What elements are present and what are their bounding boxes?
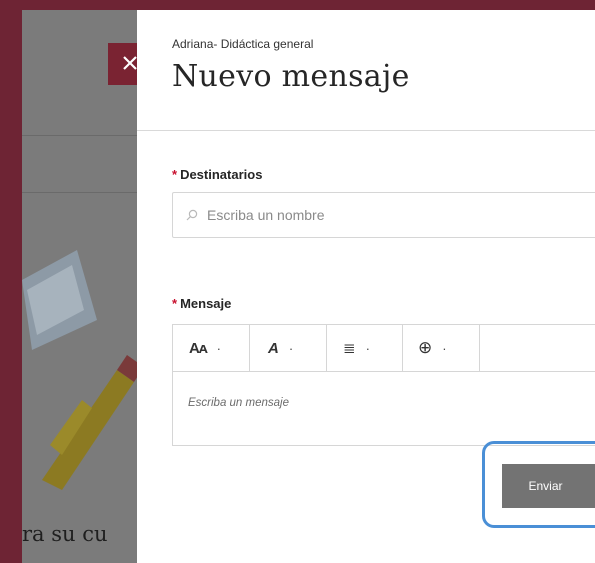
editor-toolbar: Aᴀ · A · ≣ · ⊕ · (173, 325, 595, 372)
message-label: * Mensaje (172, 296, 231, 311)
recipients-label-text: Destinatarios (180, 167, 263, 182)
required-mark: * (172, 296, 178, 311)
message-placeholder[interactable]: Escriba un mensaje (188, 397, 289, 409)
page-title: Nuevo mensaje (172, 59, 410, 94)
font-size-button[interactable]: Aᴀ · (173, 325, 250, 371)
chevron-down-icon: · (216, 340, 222, 356)
list-button[interactable]: ≣ · (327, 325, 403, 371)
recipients-input[interactable] (207, 205, 587, 225)
course-subtitle: Adriana- Didáctica general (172, 37, 314, 51)
insert-icon: ⊕ (418, 338, 433, 357)
recipients-label: * Destinatarios (172, 167, 262, 182)
send-button[interactable]: Enviar (502, 464, 595, 508)
font-size-icon: Aᴀ (189, 339, 208, 357)
insert-button[interactable]: ⊕ · (403, 325, 480, 371)
chevron-down-icon: · (288, 340, 294, 356)
message-editor[interactable]: Aᴀ · A · ≣ · ⊕ · Escriba un mensaje (172, 324, 595, 446)
clear-format-icon: A (268, 339, 279, 357)
required-mark: * (172, 167, 178, 182)
background-partial-text: ra su cu (22, 522, 108, 546)
chevron-down-icon: · (442, 340, 447, 356)
list-icon: ≣ (343, 340, 356, 357)
recipients-field[interactable] (172, 192, 595, 238)
header-divider (137, 130, 595, 131)
message-label-text: Mensaje (180, 296, 232, 311)
clear-format-button[interactable]: A · (250, 325, 327, 371)
chevron-down-icon: · (365, 340, 370, 356)
search-icon (186, 209, 198, 221)
